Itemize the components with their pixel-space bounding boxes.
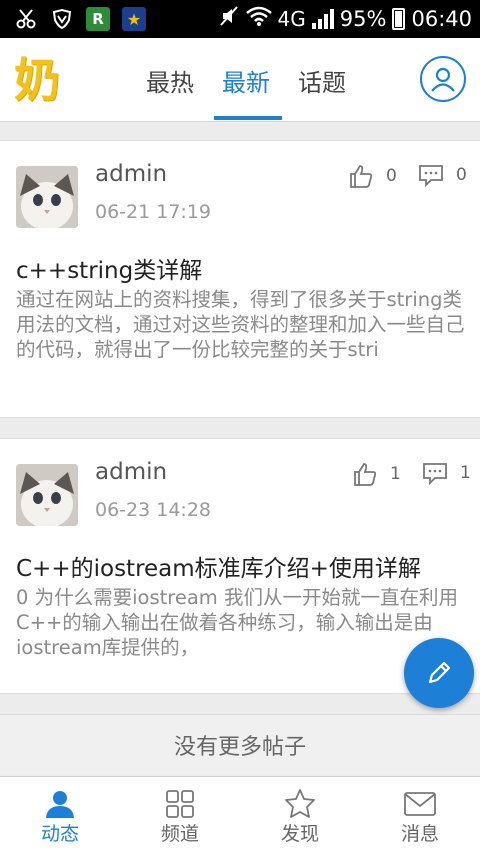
comment-count: 1 (460, 463, 471, 483)
comment-button[interactable]: 0 (418, 163, 467, 187)
grid-icon (163, 787, 197, 821)
app-header: 奶 最热 最新 话题 (0, 38, 480, 122)
nav-feed[interactable]: 动态 (0, 777, 120, 854)
system-status: 4G 95% 06:40 (218, 5, 472, 32)
thumbs-up-icon (350, 165, 373, 188)
mail-icon (403, 787, 437, 821)
wifi-icon (245, 5, 272, 32)
nav-channels[interactable]: 频道 (120, 777, 240, 854)
comment-icon (423, 463, 447, 485)
compose-button[interactable] (404, 638, 474, 708)
like-button[interactable]: 0 (348, 163, 397, 189)
nav-label: 发现 (280, 823, 319, 845)
comment-button[interactable]: 1 (422, 461, 471, 485)
like-count: 1 (390, 464, 401, 484)
post-excerpt[interactable]: 通过在网站上的资料搜集，得到了很多关于string类用法的文档，通过对这些资料的… (16, 287, 468, 362)
post-time: 06-23 14:28 (95, 499, 212, 521)
like-count: 0 (386, 166, 397, 186)
tab-hot[interactable]: 最热 (132, 38, 208, 122)
status-bar: R ★ 4G 95% 06:40 (0, 0, 480, 38)
feed-tabs: 最热 最新 话题 (132, 38, 360, 122)
star-outline-icon (283, 787, 317, 821)
nav-label: 消息 (400, 823, 439, 845)
signal-icon (311, 8, 334, 29)
profile-button[interactable] (420, 56, 466, 102)
no-more-posts: 没有更多帖子 (0, 714, 480, 774)
app-logo: 奶 (14, 53, 60, 107)
r-app-icon: R (86, 7, 110, 31)
bottom-nav: 动态 频道 发现 消息 (0, 776, 480, 854)
shield-icon (50, 7, 74, 31)
mute-icon (218, 5, 240, 32)
clock: 06:40 (411, 6, 472, 31)
comment-icon (419, 165, 443, 187)
post-author[interactable]: admin (95, 161, 167, 187)
pencil-icon (428, 661, 451, 684)
like-button[interactable]: 1 (352, 461, 401, 487)
avatar[interactable] (16, 166, 78, 228)
post-excerpt[interactable]: 0 为什么需要iostream 我们从一开始就一直在利用C++的输入输出在做着各… (16, 585, 468, 660)
notification-icons: R ★ (14, 7, 146, 31)
user-icon (431, 67, 455, 92)
nav-messages[interactable]: 消息 (360, 777, 480, 854)
post-card[interactable]: admin 06-21 17:19 0 0 c++string类详解 通过在网站… (0, 140, 480, 418)
nav-label: 频道 (160, 823, 199, 845)
tab-topics[interactable]: 话题 (284, 38, 360, 122)
post-title[interactable]: c++string类详解 (16, 251, 202, 285)
thumbs-up-icon (354, 463, 377, 486)
network-type: 4G (277, 6, 306, 31)
nav-discover[interactable]: 发现 (240, 777, 360, 854)
post-author[interactable]: admin (95, 459, 167, 485)
battery-icon (392, 7, 406, 30)
avatar[interactable] (16, 464, 78, 526)
user-icon (43, 787, 77, 821)
nav-label: 动态 (40, 823, 79, 845)
tab-latest[interactable]: 最新 (208, 38, 284, 122)
comment-count: 0 (456, 165, 467, 185)
battery-percent: 95% (339, 6, 387, 31)
post-time: 06-21 17:19 (95, 201, 212, 223)
star-app-icon: ★ (122, 7, 146, 31)
scissors-icon (14, 7, 38, 31)
post-title[interactable]: C++的iostream标准库介绍+使用详解 (16, 549, 421, 583)
